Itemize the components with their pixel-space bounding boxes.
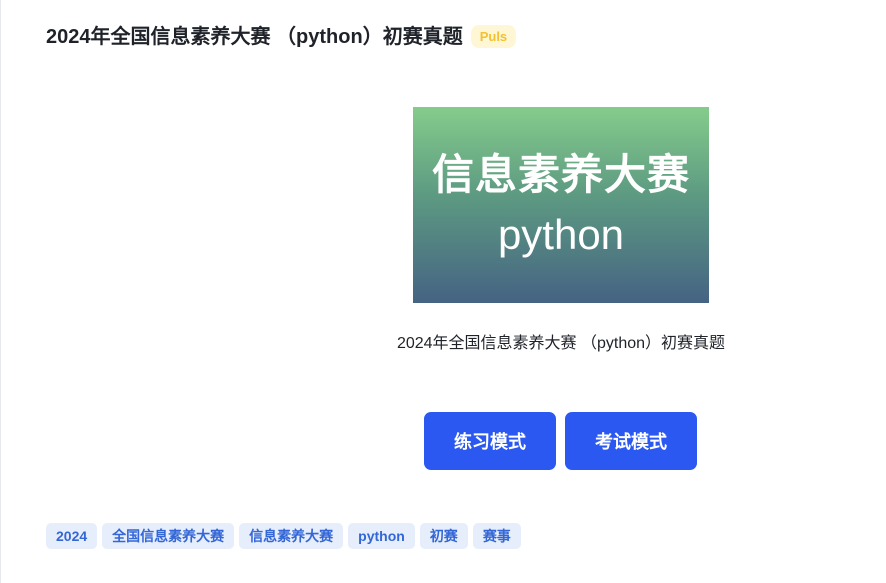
exam-mode-button[interactable]: 考试模式 (565, 412, 697, 470)
page-title: 2024年全国信息素养大赛 （python）初赛真题 (46, 26, 463, 48)
tag-preliminary[interactable]: 初赛 (419, 523, 468, 549)
tag-list: 2024 全国信息素养大赛 信息素养大赛 python 初赛 赛事 (46, 523, 521, 549)
tag-2024[interactable]: 2024 (46, 523, 98, 549)
title-row: 2024年全国信息素养大赛 （python）初赛真题 Puls (46, 20, 517, 49)
tag-competition[interactable]: 赛事 (472, 523, 521, 549)
tag-python[interactable]: python (348, 523, 415, 549)
cover-caption: 2024年全国信息素养大赛 （python）初赛真题 (396, 335, 726, 352)
cover-title: 信息素养大赛 (431, 151, 690, 198)
cover-image: 信息素养大赛 python (413, 107, 709, 303)
plus-badge: Puls (470, 24, 517, 48)
exam-detail-page: 2024年全国信息素养大赛 （python）初赛真题 Puls 信息素养大赛 p… (0, 0, 886, 583)
tag-national-info-literacy[interactable]: 全国信息素养大赛 (102, 523, 235, 549)
tag-info-literacy[interactable]: 信息素养大赛 (239, 523, 344, 549)
cover-subtitle: python (497, 211, 625, 258)
practice-mode-button[interactable]: 练习模式 (424, 412, 556, 470)
mode-buttons: 练习模式 考试模式 (424, 412, 697, 470)
